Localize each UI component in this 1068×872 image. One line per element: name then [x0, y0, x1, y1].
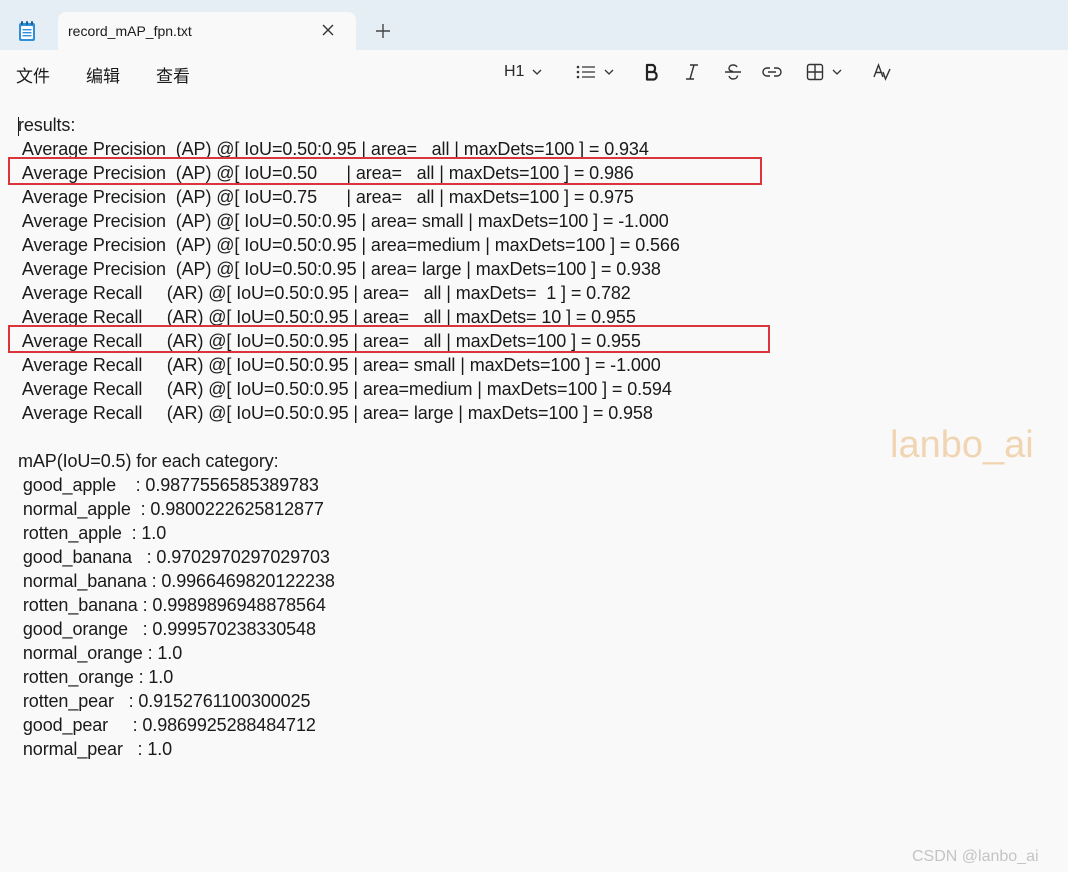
- notepad-app-icon: [18, 20, 36, 42]
- text-line: Average Recall (AR) @[ IoU=0.50:0.95 | a…: [18, 403, 653, 423]
- table-dropdown[interactable]: [806, 60, 842, 84]
- text-line: Average Recall (AR) @[ IoU=0.50:0.95 | a…: [18, 379, 672, 399]
- clear-formatting-icon: [872, 63, 892, 81]
- bold-icon: [644, 63, 660, 81]
- text-line: rotten_orange : 1.0: [18, 667, 174, 687]
- italic-button[interactable]: [684, 60, 700, 84]
- heading-label: H1: [504, 63, 525, 80]
- strikethrough-icon: [724, 63, 742, 81]
- text-line: good_pear : 0.9869925288484712: [18, 715, 316, 735]
- link-button[interactable]: [762, 60, 782, 84]
- text-line: normal_pear : 1.0: [18, 739, 173, 759]
- chevron-down-icon: [532, 69, 542, 75]
- text-line: rotten_apple : 1.0: [18, 523, 167, 543]
- text-line: Average Precision (AP) @[ IoU=0.50:0.95 …: [18, 259, 661, 279]
- text-document[interactable]: lanbo_ai CSDN @lanbo_ai results: Average…: [0, 94, 1068, 872]
- text-line: normal_orange : 1.0: [18, 643, 183, 663]
- heading-dropdown[interactable]: H1: [504, 60, 542, 84]
- clear-formatting-button[interactable]: [872, 60, 892, 84]
- table-icon: [806, 63, 824, 81]
- text-line: Average Precision (AP) @[ IoU=0.50:0.95 …: [18, 235, 680, 255]
- text-line: good_orange : 0.999570238330548: [18, 619, 316, 639]
- menu-bar: 文件 编辑 查看 H1: [0, 50, 1068, 94]
- bulleted-list-icon: [576, 64, 596, 80]
- link-icon: [762, 65, 782, 79]
- tab-strip: record_mAP_fpn.txt: [0, 0, 1068, 50]
- close-tab-icon[interactable]: [320, 22, 336, 38]
- chevron-down-icon: [604, 69, 614, 75]
- text-line: Average Recall (AR) @[ IoU=0.50:0.95 | a…: [18, 283, 631, 303]
- menu-edit[interactable]: 编辑: [86, 62, 120, 87]
- text-line: good_banana : 0.9702970297029703: [18, 547, 330, 567]
- text-line: rotten_pear : 0.9152761100300025: [18, 691, 311, 711]
- notepad-window: record_mAP_fpn.txt 文件 编辑 查看 H1 lanbo_ai …: [0, 0, 1068, 872]
- text-line: mAP(IoU=0.5) for each category:: [18, 451, 279, 471]
- bold-button[interactable]: [644, 60, 660, 84]
- text-line: Average Precision (AP) @[ IoU=0.50:0.95 …: [18, 211, 669, 231]
- menu-view[interactable]: 查看: [156, 62, 190, 87]
- list-dropdown[interactable]: [576, 60, 614, 84]
- text-line: results:: [18, 115, 76, 135]
- text-line: normal_banana : 0.9966469820122238: [18, 571, 335, 591]
- italic-icon: [684, 63, 700, 81]
- new-tab-plus-icon[interactable]: [374, 22, 392, 40]
- watermark-text: lanbo_ai: [890, 424, 1034, 466]
- text-line: good_apple : 0.9877556585389783: [18, 475, 319, 495]
- tab-title: record_mAP_fpn.txt: [68, 23, 192, 39]
- highlight-box: [8, 325, 770, 353]
- text-line: Average Precision (AP) @[ IoU=0.75 | are…: [18, 187, 634, 207]
- highlight-box: [8, 157, 762, 185]
- text-line: normal_apple : 0.9800222625812877: [18, 499, 324, 519]
- credit-text: CSDN @lanbo_ai: [912, 848, 1039, 865]
- tab-record-map-fpn[interactable]: record_mAP_fpn.txt: [58, 12, 356, 50]
- chevron-down-icon: [832, 69, 842, 75]
- menu-file[interactable]: 文件: [16, 62, 50, 87]
- text-line: rotten_banana : 0.9989896948878564: [18, 595, 326, 615]
- text-line: Average Recall (AR) @[ IoU=0.50:0.95 | a…: [18, 355, 661, 375]
- strikethrough-button[interactable]: [724, 60, 742, 84]
